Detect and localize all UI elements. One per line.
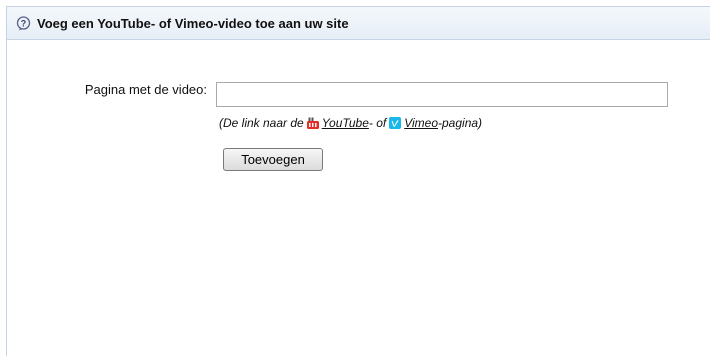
- hint-prefix: (De link naar de: [219, 116, 304, 130]
- video-url-hint: (De link naar de YouTube - of Vimeo -pag…: [219, 116, 482, 130]
- hint-middle: - of: [368, 116, 387, 130]
- svg-text:?: ?: [21, 18, 27, 28]
- youtube-link[interactable]: YouTube: [322, 116, 369, 130]
- youtube-icon: [306, 117, 319, 129]
- add-video-button[interactable]: Toevoegen: [223, 148, 323, 171]
- video-url-input[interactable]: [216, 82, 668, 107]
- panel-title: Voeg een YouTube- of Vimeo-video toe aan…: [37, 15, 349, 31]
- hint-suffix: -pagina): [438, 116, 483, 130]
- help-question-icon[interactable]: ?: [16, 15, 31, 31]
- video-url-label: Pagina met de video:: [84, 82, 207, 97]
- video-url-row: Pagina met de video:: [7, 82, 207, 97]
- vimeo-icon: [389, 117, 402, 129]
- video-panel: ? Voeg een YouTube- of Vimeo-video toe a…: [6, 6, 710, 356]
- panel-header: ? Voeg een YouTube- of Vimeo-video toe a…: [7, 7, 710, 40]
- vimeo-link[interactable]: Vimeo: [404, 116, 438, 130]
